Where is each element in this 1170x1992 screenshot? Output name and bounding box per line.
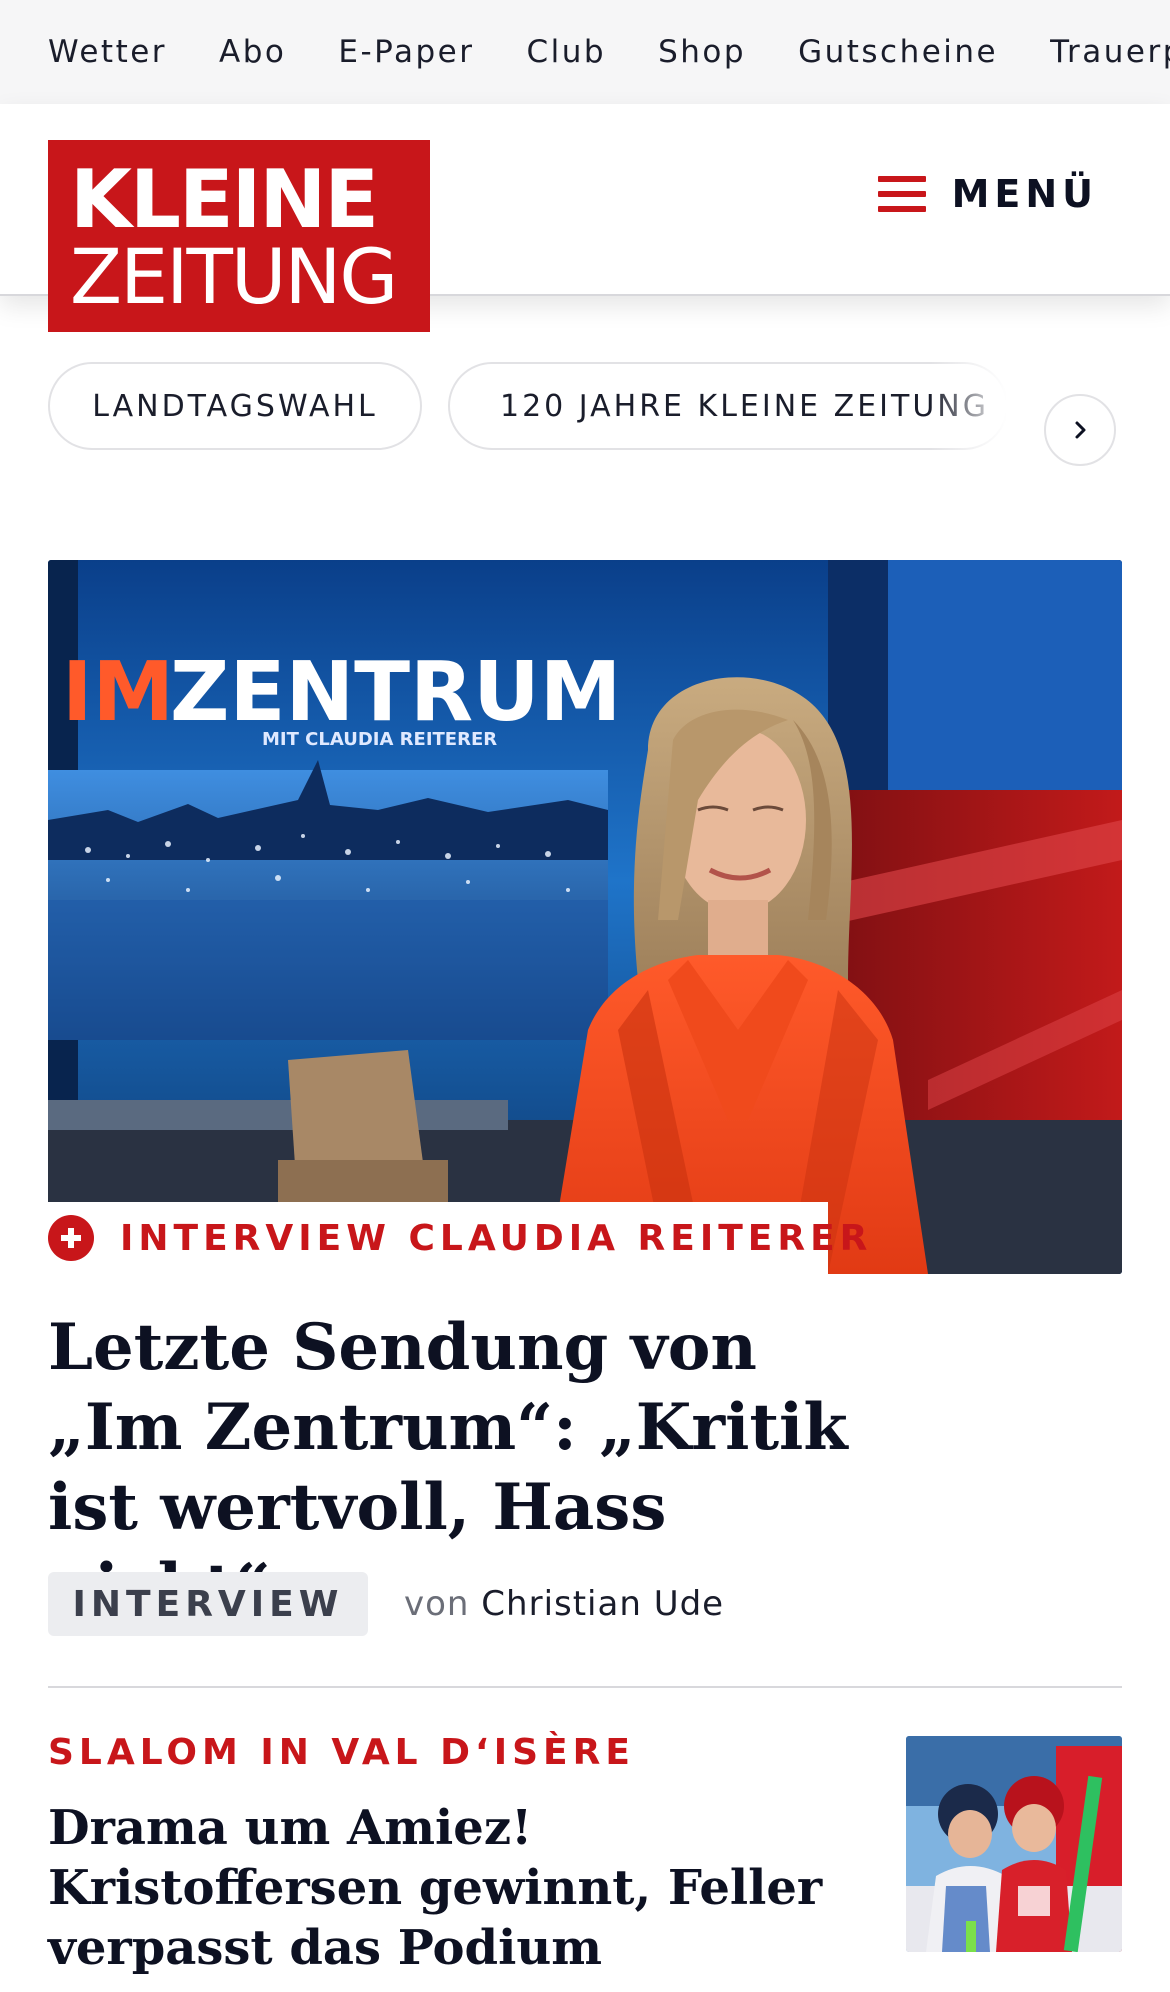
byline: von Christian Ude: [404, 1584, 724, 1624]
nav-link-trauerportal[interactable]: Trauerportal: [1050, 34, 1170, 70]
lead-article-kicker: INTERVIEW CLAUDIA REITERER: [120, 1217, 873, 1259]
plus-icon: [48, 1215, 94, 1261]
article-type-badge: INTERVIEW: [48, 1572, 368, 1636]
nav-link-epaper[interactable]: E-Paper: [338, 34, 474, 70]
tv-studio-photo: IM ZENTRUM MIT CLAUDIA REITERER: [48, 560, 1122, 1274]
hamburger-icon: [877, 176, 926, 212]
menu-label: MENÜ: [951, 172, 1098, 216]
chips-next-button[interactable]: [1044, 394, 1116, 466]
menu-button[interactable]: MENÜ: [877, 172, 1098, 216]
second-article-kicker: SLALOM IN VAL D‘ISÈRE: [48, 1732, 635, 1773]
lead-article-image[interactable]: IM ZENTRUM MIT CLAUDIA REITERER: [48, 560, 1122, 1274]
second-article-thumbnail[interactable]: [906, 1736, 1122, 1952]
nav-link-gutscheine[interactable]: Gutscheine: [798, 34, 998, 70]
lead-article-kicker-box[interactable]: INTERVIEW CLAUDIA REITERER: [48, 1202, 867, 1274]
overlay-title-zentrum: ZENTRUM: [170, 645, 621, 740]
nav-link-abo[interactable]: Abo: [219, 34, 286, 70]
chevron-right-icon: [1075, 421, 1086, 439]
chip-scroll-fade: [930, 356, 1040, 456]
byline-prefix: von: [404, 1584, 470, 1624]
overlay-title-im: IM: [62, 645, 174, 740]
article-divider: [48, 1686, 1122, 1688]
overlay-subtitle: MIT CLAUDIA REITERER: [262, 729, 497, 750]
chip-landtagswahl[interactable]: LANDTAGSWAHL: [48, 362, 422, 450]
nav-link-shop[interactable]: Shop: [658, 34, 746, 70]
nav-link-wetter[interactable]: Wetter: [48, 34, 167, 70]
chip-120-jahre[interactable]: 120 JAHRE KLEINE ZEITUNG: [448, 362, 1008, 450]
second-article-headline[interactable]: Drama um Amiez! Kristoffersen gewinnt, F…: [48, 1798, 828, 1978]
site-header: KLEINE ZEITUNG MENÜ: [0, 104, 1170, 332]
author-name[interactable]: Christian Ude: [481, 1584, 724, 1624]
topic-chips: LANDTAGSWAHL 120 JAHRE KLEINE ZEITUNG: [0, 296, 1170, 466]
nav-link-club[interactable]: Club: [526, 34, 606, 70]
ski-racers-photo: [906, 1736, 1122, 1952]
logo-line-1: KLEINE: [70, 153, 379, 246]
lead-article-meta: INTERVIEW von Christian Ude: [48, 1572, 724, 1636]
top-nav: Wetter Abo E-Paper Club Shop Gutscheine …: [0, 0, 1170, 104]
